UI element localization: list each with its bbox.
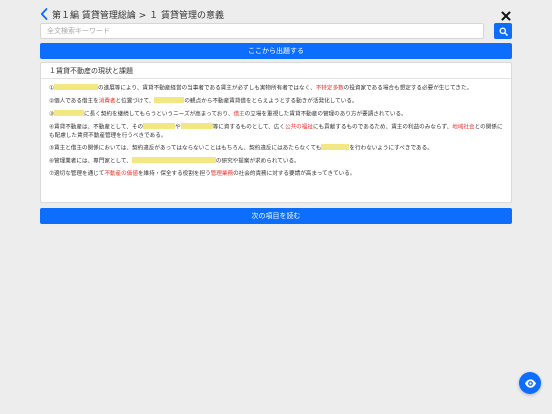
- content-card: １賃貸不動産の現状と課題 ① の進展等により、賃貸不動産経営の当事者である賃主が必…: [40, 62, 512, 203]
- paragraph-1: ① の進展等により、賃貸不動産経営の当事者である賃主が必ずしも実物所有者ではなく、…: [49, 84, 473, 92]
- card-body: ① の進展等により、賃貸不動産経営の当事者である賃主が必ずしも実物所有者ではなく、…: [41, 79, 511, 178]
- keyword: 地域社会: [452, 124, 475, 131]
- next-item-button[interactable]: 次の項目を読む: [40, 208, 512, 224]
- search-icon: [498, 26, 508, 36]
- paragraph-4: ④賃貸不動産は、不動産として、そのや等に資するものとして、広く公共の福祉にも貢献…: [49, 123, 503, 139]
- blank-highlight[interactable]: [154, 97, 185, 103]
- search-button[interactable]: [494, 23, 512, 39]
- eye-icon: [524, 378, 536, 388]
- keyword: 消費者: [98, 98, 116, 105]
- blank-highlight[interactable]: [321, 144, 350, 150]
- back-button[interactable]: [40, 7, 50, 21]
- keyword: 公共の福祉: [284, 124, 313, 131]
- close-button[interactable]: [500, 7, 512, 21]
- keyword: 借主: [233, 111, 245, 118]
- blank-highlight[interactable]: [131, 157, 216, 163]
- toggle-visibility-button[interactable]: [519, 372, 541, 394]
- blank-highlight[interactable]: [54, 84, 99, 90]
- search-input[interactable]: [40, 23, 484, 39]
- blank-highlight[interactable]: [180, 123, 213, 129]
- paragraph-7: ⑦適切な管理を通じて不動産の価値を維持・保全する役割を担う管理業務の社会的責務に…: [49, 171, 356, 177]
- header: 第１編 賃貸管理総論 > １ 賃貸管理の意義: [40, 6, 514, 22]
- paragraph-6: ⑥管理業者には、専門家として、 の研究や提案が求められている。: [49, 157, 300, 165]
- quiz-start-button[interactable]: ここから出題する: [40, 43, 512, 59]
- paragraph-3: ③ に長く契約を継続してもらうというニーズが高まっており、借主の立場を重視した賃貸…: [49, 110, 407, 118]
- page-title: 第１編 賃貸管理総論 > １ 賃貸管理の意義: [52, 10, 224, 21]
- paragraph-5: ⑤賃主と借主の関係においては、契約違反があってはならないことはもちろん、契約違反…: [49, 144, 433, 152]
- section-title: １賃貸不動産の現状と課題: [41, 63, 511, 79]
- blank-highlight[interactable]: [143, 123, 176, 129]
- paragraph-2: ②個人である借主を消費者と位置づけて、 の観点から不動産賃貸借をとらえようとする動…: [49, 97, 358, 105]
- blank-highlight[interactable]: [54, 110, 85, 116]
- chevron-left-icon: [40, 8, 48, 20]
- keyword: 不特定多数: [315, 85, 344, 92]
- keyword: 不動産の価値: [104, 171, 138, 177]
- keyword: 管理業務: [210, 171, 234, 177]
- search-bar: [40, 23, 512, 39]
- close-icon: [501, 11, 511, 21]
